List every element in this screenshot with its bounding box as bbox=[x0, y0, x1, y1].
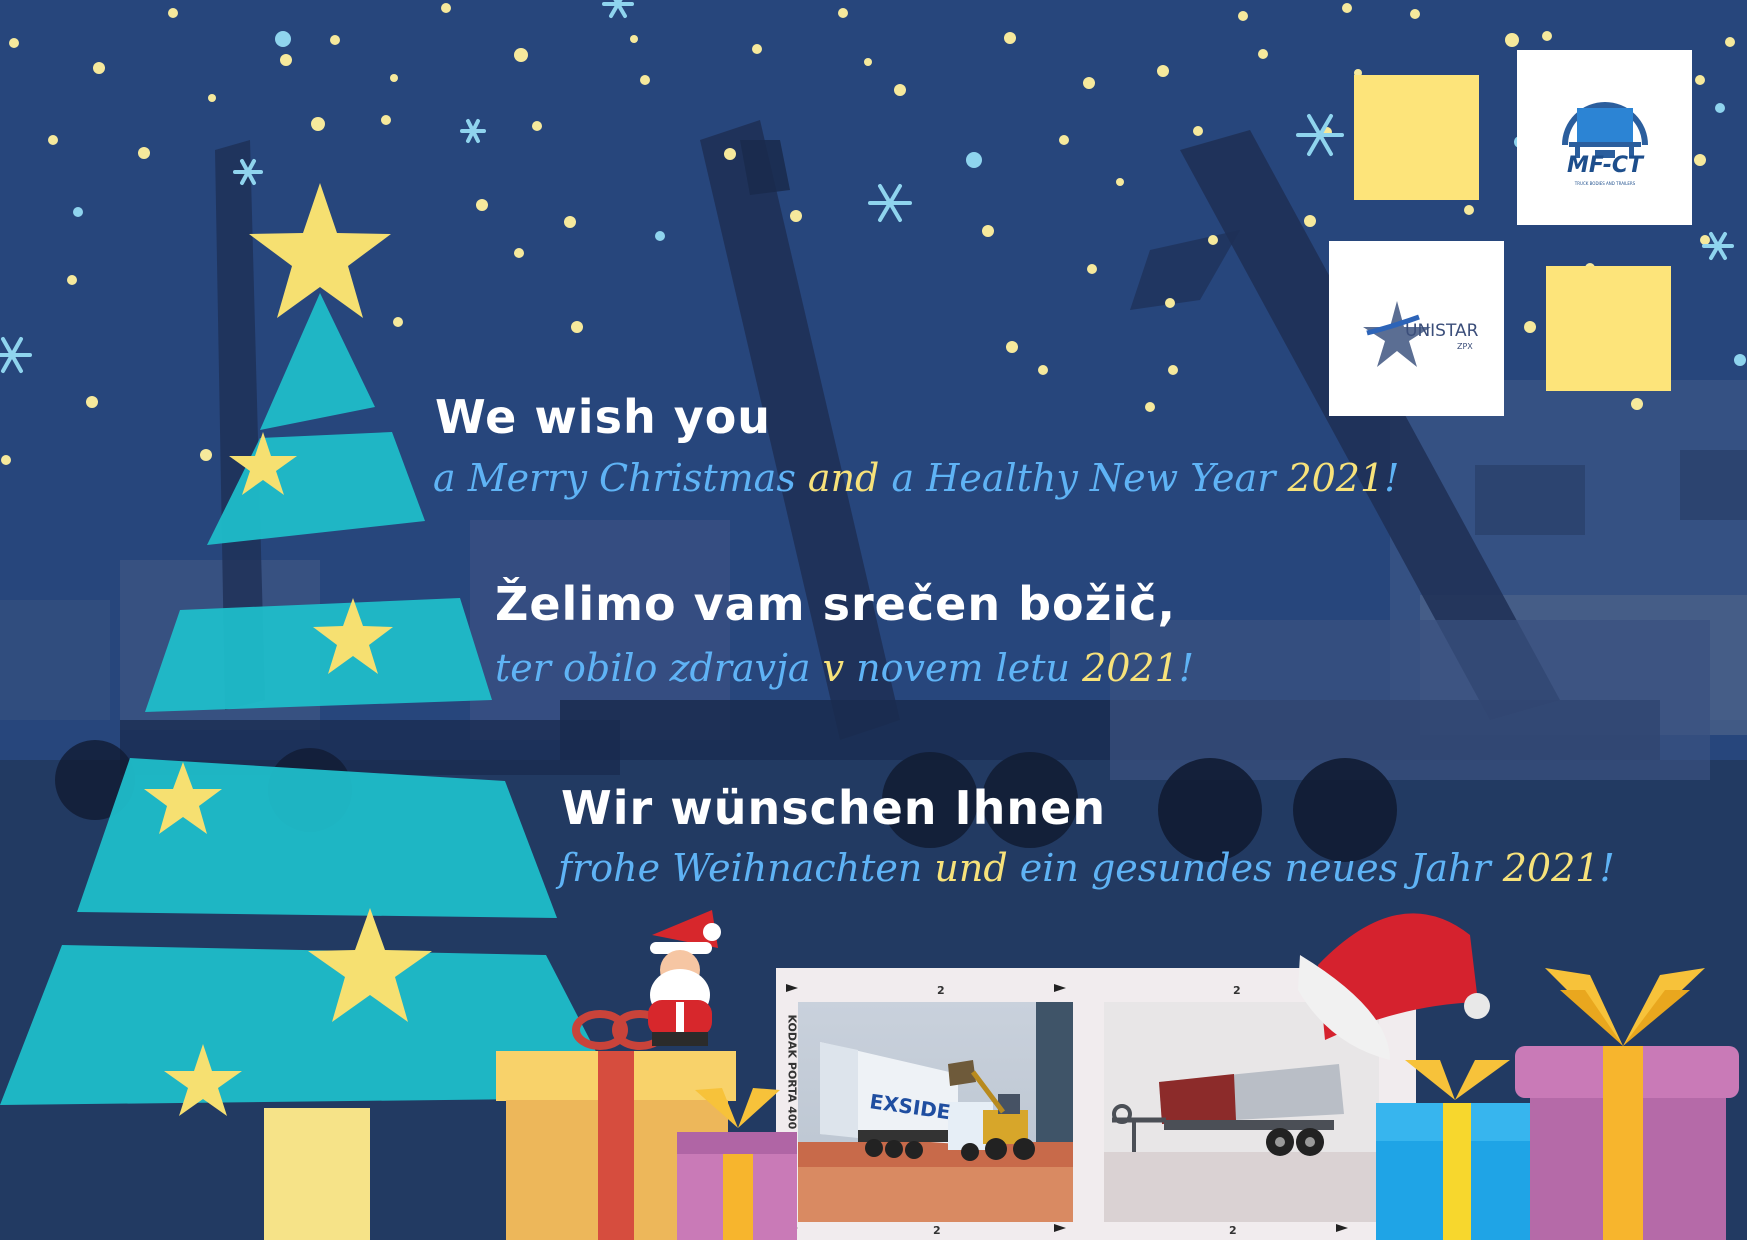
santa-hat-icon bbox=[1298, 913, 1490, 1060]
santa-icon bbox=[648, 910, 721, 1046]
gift-box-icon bbox=[1376, 1060, 1536, 1240]
christmas-card: MF-CT TRUCK BODIES AND TRAILERS UNISTAR … bbox=[0, 0, 1747, 1240]
gifts-decoration bbox=[496, 910, 1739, 1240]
gift-box-icon bbox=[1515, 968, 1739, 1240]
